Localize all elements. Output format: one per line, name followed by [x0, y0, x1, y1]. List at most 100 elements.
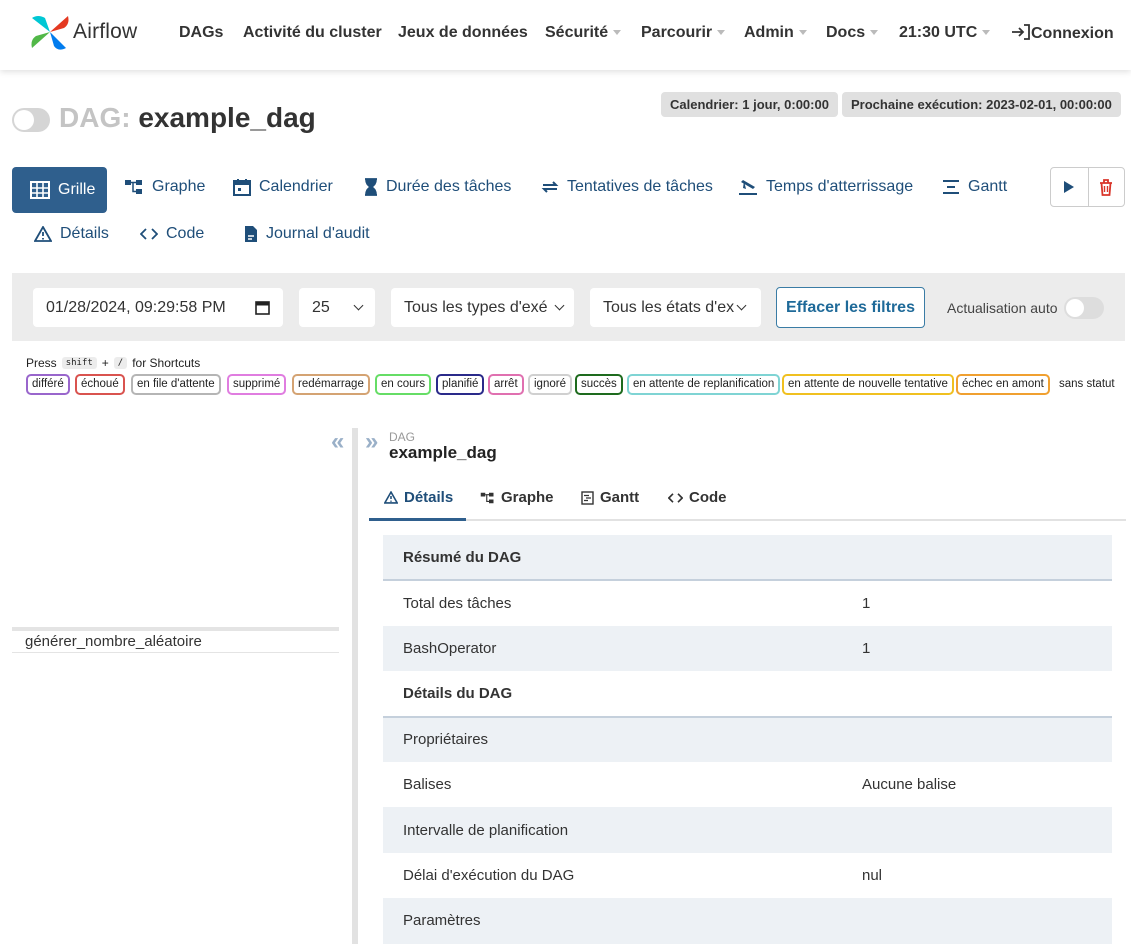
- shortcut-suffix-text: for Shortcuts: [132, 356, 201, 370]
- legend-running[interactable]: en cours: [375, 374, 432, 395]
- details-tab-code[interactable]: Code: [668, 489, 727, 506]
- trash-icon: [1100, 178, 1113, 196]
- warning-icon: [34, 226, 52, 242]
- legend-shutdown[interactable]: arrêt: [488, 374, 524, 395]
- legend-removed[interactable]: supprimé: [227, 374, 287, 395]
- legend-restarting[interactable]: redémarrage: [292, 374, 370, 395]
- shortcut-press-text: Press: [26, 356, 57, 370]
- clear-filters-button[interactable]: Effacer les filtres: [776, 287, 925, 328]
- nav-docs[interactable]: Docs: [826, 24, 879, 42]
- tab-details[interactable]: Détails: [34, 225, 109, 243]
- airflow-logo-icon[interactable]: [28, 12, 72, 52]
- chevron-down-icon: [982, 30, 991, 36]
- nav-dags[interactable]: DAGs: [179, 24, 223, 42]
- legend-up-for-retry[interactable]: en attente de nouvelle tentative: [782, 374, 954, 395]
- nav-security[interactable]: Sécurité: [545, 24, 622, 42]
- next-run-badge: Prochaine exécution: 2023-02-01, 00:00:0…: [842, 92, 1121, 117]
- run-type-select[interactable]: Tous les types d'exé: [391, 288, 574, 327]
- gantt-icon: [943, 180, 959, 194]
- nav-admin[interactable]: Admin: [744, 24, 807, 42]
- tab-grid[interactable]: Grille: [12, 167, 108, 213]
- tab-calendar[interactable]: Calendrier: [233, 178, 333, 196]
- panel-resize-handle[interactable]: [352, 428, 358, 944]
- row-value: [842, 716, 1112, 762]
- row-value: [842, 807, 1112, 853]
- execution-date-input[interactable]: 01/28/2024, 09:29:58 PM: [33, 288, 283, 327]
- chevron-down-icon: [736, 300, 747, 311]
- trigger-dag-button[interactable]: [1051, 168, 1088, 206]
- row-key: Délai d'exécution du DAG: [403, 866, 575, 884]
- details-tab-graph[interactable]: Graphe: [480, 489, 554, 506]
- chevron-down-icon: [717, 30, 726, 36]
- active-tab-indicator: [369, 518, 466, 521]
- shortcut-hint: Press shift + / for Shortcuts: [26, 356, 200, 370]
- row-key: BashOperator: [383, 625, 842, 672]
- code-icon: [140, 228, 158, 240]
- tab-gantt[interactable]: Gantt: [942, 178, 1007, 196]
- legend-queued[interactable]: en file d'attente: [131, 374, 221, 395]
- calendar-icon[interactable]: [255, 300, 270, 315]
- tab-landing-times[interactable]: Temps d'atterrissage: [738, 178, 913, 196]
- tab-code[interactable]: Code: [140, 225, 204, 243]
- nav-datasets[interactable]: Jeux de données: [398, 24, 528, 42]
- gantt-icon: [581, 490, 594, 505]
- chevron-down-icon: [870, 30, 879, 36]
- row-value: 1: [842, 625, 1112, 672]
- brand-name[interactable]: Airflow: [73, 20, 137, 44]
- details-tab-details[interactable]: Détails: [384, 489, 453, 506]
- chevron-down-icon: [798, 30, 807, 36]
- table-section-header: Résumé du DAG: [383, 535, 1112, 582]
- tab-graph[interactable]: Graphe: [124, 178, 205, 196]
- landing-icon: [739, 180, 757, 195]
- legend-no-status[interactable]: sans statut: [1053, 374, 1121, 395]
- row-value: [842, 898, 1112, 944]
- expand-details-icon[interactable]: »: [365, 428, 378, 456]
- nav-timezone[interactable]: 21:30 UTC: [899, 24, 991, 42]
- table-row: BashOperator 1: [383, 625, 1112, 672]
- dag-pause-toggle[interactable]: [12, 108, 50, 132]
- run-state-value: Tous les états d'ex: [603, 298, 735, 316]
- legend-success[interactable]: succès: [575, 374, 623, 395]
- top-navbar: Airflow DAGs Activité du cluster Jeux de…: [0, 0, 1131, 70]
- nav-browse[interactable]: Parcourir: [641, 24, 726, 42]
- execution-date-value: 01/28/2024, 09:29:58 PM: [46, 298, 226, 316]
- hourglass-icon: [365, 178, 377, 196]
- tab-audit-log[interactable]: Journal d'audit: [244, 225, 370, 243]
- task-row[interactable]: générer_nombre_aléatoire: [12, 631, 339, 653]
- dag-id: example_dag: [138, 102, 316, 133]
- table-row: Propriétaires: [383, 716, 1112, 762]
- run-state-select[interactable]: Tous les états d'ex: [590, 288, 761, 327]
- legend-skipped[interactable]: ignoré: [528, 374, 572, 395]
- delete-dag-button[interactable]: [1087, 168, 1125, 206]
- tab-task-tries[interactable]: Tentatives de tâches: [541, 178, 713, 196]
- row-key: Paramètres: [383, 898, 842, 944]
- legend-scheduled[interactable]: planifié: [436, 374, 485, 395]
- breadcrumb-label: DAG: [389, 430, 416, 444]
- shortcut-plus: +: [101, 356, 109, 370]
- graph-icon: [480, 492, 494, 503]
- row-key: Propriétaires: [383, 716, 842, 762]
- legend-up-for-reschedule[interactable]: en attente de replanification: [627, 374, 781, 395]
- details-tab-gantt[interactable]: Gantt: [581, 489, 639, 506]
- nav-cluster-activity[interactable]: Activité du cluster: [243, 24, 382, 42]
- dag-summary-table: Résumé du DAG Total des tâches 1 BashOpe…: [383, 535, 1112, 944]
- table-row: Balises Aucune balise: [383, 762, 1112, 807]
- login-link[interactable]: Connexion: [1011, 24, 1114, 43]
- row-value: nul: [862, 866, 883, 884]
- legend-upstream-failed[interactable]: échec en amont: [956, 374, 1050, 395]
- collapse-grid-icon[interactable]: «: [331, 428, 344, 456]
- breadcrumb-dag-name[interactable]: example_dag: [389, 443, 497, 463]
- tab-task-duration[interactable]: Durée des tâches: [364, 178, 511, 196]
- table-row: Paramètres: [383, 898, 1112, 944]
- auto-refresh-toggle[interactable]: [1064, 297, 1104, 319]
- legend-deferred[interactable]: différé: [26, 374, 70, 395]
- retry-icon: [541, 181, 559, 193]
- chevron-down-icon: [613, 30, 622, 36]
- calendar-icon: [233, 179, 251, 196]
- num-runs-select[interactable]: 25: [299, 288, 375, 327]
- table-row: Intervalle de planification: [383, 807, 1112, 853]
- grid-icon: [30, 181, 50, 199]
- legend-failed[interactable]: échoué: [75, 374, 125, 395]
- table-row: Total des tâches 1: [383, 580, 1112, 625]
- audit-log-icon: [245, 226, 257, 242]
